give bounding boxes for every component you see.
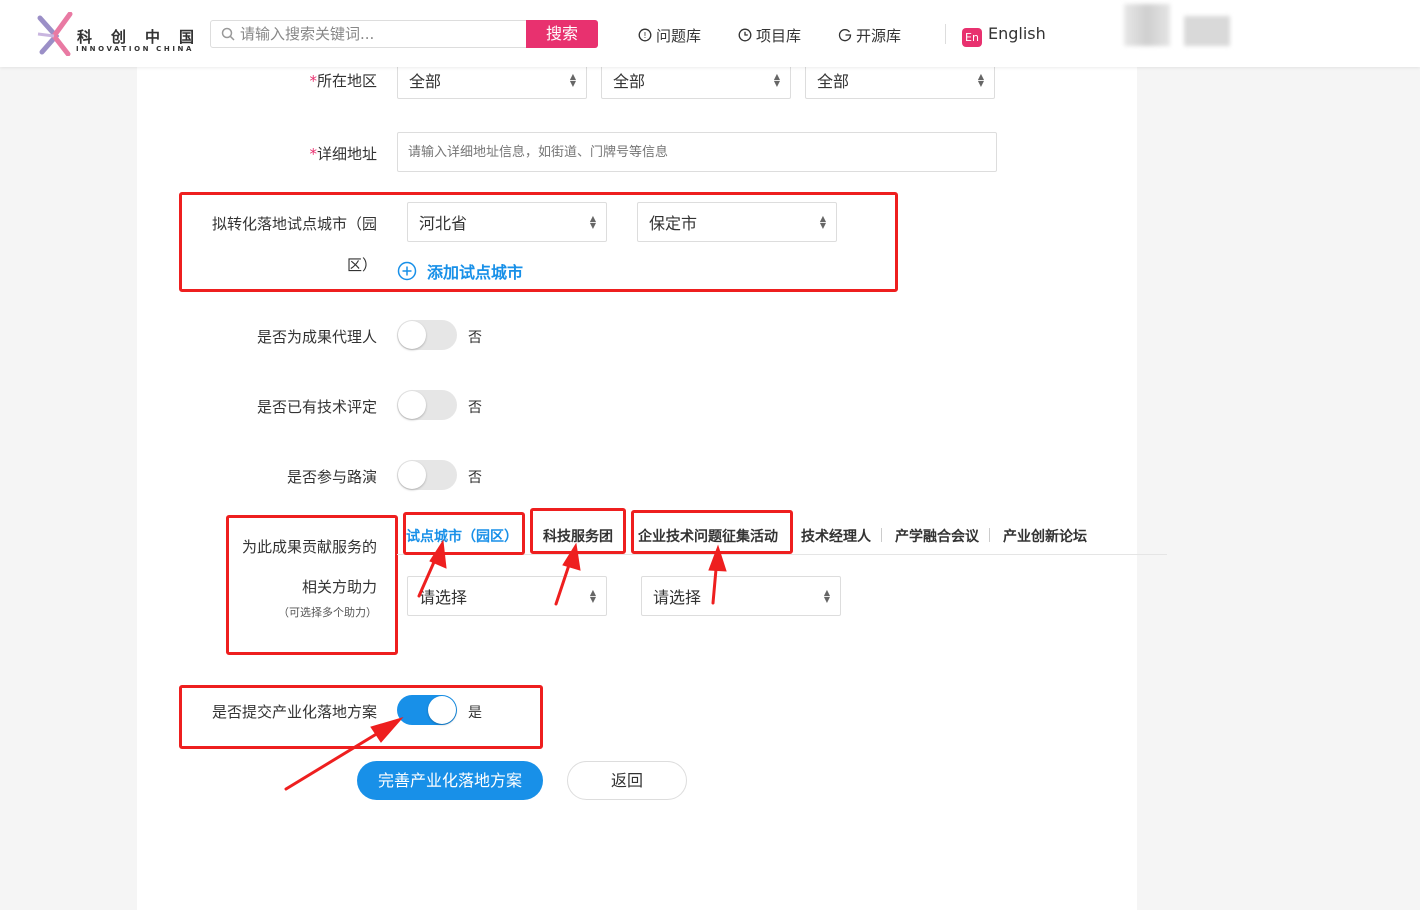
- tab-tech-manager[interactable]: 技术经理人: [801, 526, 871, 546]
- sort-arrows-icon: ▲ ▼: [823, 588, 830, 604]
- is-agent-value: 否: [468, 330, 482, 346]
- toggle-knob: [398, 461, 426, 489]
- question-circle-icon: !: [638, 28, 652, 42]
- complete-plan-button[interactable]: 完善产业化落地方案: [357, 761, 543, 800]
- helper-select-2[interactable]: 请选择 ▲ ▼: [641, 576, 841, 616]
- select-value: 全部: [409, 71, 442, 91]
- required-mark: *: [309, 72, 317, 90]
- annotation-box-tab-problem-collection: [631, 510, 793, 554]
- is-agent-label: 是否为成果代理人: [256, 328, 377, 346]
- roadshow-value: 否: [468, 470, 482, 486]
- language-switch[interactable]: English: [988, 24, 1046, 43]
- nav-item-label: 项目库: [756, 26, 802, 45]
- submit-plan-label: 是否提交产业化落地方案: [211, 703, 377, 721]
- tab-industry-academia-meeting[interactable]: 产学融合会议: [895, 526, 979, 546]
- language-icon[interactable]: En: [962, 28, 982, 47]
- annotation-box-tab-pilot-city: [403, 512, 525, 555]
- nav-item-label: 问题库: [656, 26, 702, 45]
- select-value: 全部: [613, 71, 646, 91]
- select-value: 全部: [817, 71, 850, 91]
- search-button[interactable]: 搜索: [526, 20, 598, 48]
- pilot-city-select[interactable]: 保定市 ▲ ▼: [637, 202, 837, 242]
- logo-icon: [37, 12, 73, 56]
- sort-arrows-icon: ▲ ▼: [589, 588, 596, 604]
- select-value: 请选择: [653, 588, 702, 607]
- add-pilot-city-label: 添加试点城市: [427, 263, 524, 282]
- nav-item-label: 开源库: [856, 26, 902, 45]
- tech-eval-toggle[interactable]: [397, 390, 457, 420]
- submit-plan-value: 是: [468, 705, 482, 721]
- is-agent-toggle[interactable]: [397, 320, 457, 350]
- plus-circle-icon: [397, 261, 417, 281]
- nav-item-open-source-library[interactable]: 开源库: [838, 24, 901, 46]
- logo-subtext: INNOVATION CHINA: [76, 45, 195, 53]
- toggle-knob: [398, 321, 426, 349]
- add-pilot-city-button[interactable]: 添加试点城市: [397, 259, 523, 283]
- helper-select-1[interactable]: 请选择 ▲ ▼: [407, 576, 607, 616]
- sort-arrows-icon: ▲ ▼: [569, 71, 576, 88]
- select-value: 保定市: [649, 214, 698, 233]
- sort-arrows-icon: ▲ ▼: [773, 71, 780, 88]
- avatar[interactable]: [1124, 4, 1170, 46]
- required-mark: *: [309, 145, 317, 163]
- nav-item-project-library[interactable]: 项目库: [738, 24, 801, 46]
- user-name-blurred[interactable]: [1184, 16, 1230, 46]
- helpers-label-note: （可选择多个助力）: [278, 606, 377, 619]
- helpers-label-line2: 相关方助力: [301, 578, 377, 596]
- nav-item-problem-library[interactable]: ! 问题库: [638, 24, 701, 46]
- search-icon: [221, 27, 235, 41]
- tab-divider: [989, 528, 990, 542]
- region-label: *所在地区: [200, 70, 377, 91]
- search-input[interactable]: [240, 21, 524, 47]
- pilot-city-label-line2: 区）: [346, 256, 377, 274]
- logo-text: 科创中国: [77, 28, 214, 46]
- tab-industry-innovation-forum[interactable]: 产业创新论坛: [1003, 526, 1087, 546]
- back-button[interactable]: 返回: [567, 761, 687, 800]
- sort-arrows-icon: ▲ ▼: [819, 214, 826, 230]
- top-header: 科创中国 INNOVATION CHINA 搜索 ! 问题库 项目库 开源库 E…: [0, 0, 1420, 67]
- select-value: 请选择: [419, 588, 468, 607]
- sort-arrows-icon: ▲ ▼: [589, 214, 596, 230]
- address-label-text: 详细地址: [316, 145, 377, 163]
- helpers-label-line1: 为此成果贡献服务的: [241, 538, 377, 556]
- annotation-box-tab-service-team: [530, 508, 626, 554]
- pilot-province-select[interactable]: 河北省 ▲ ▼: [407, 202, 607, 242]
- tab-divider: [881, 528, 882, 542]
- pilot-city-label-line1: 拟转化落地试点城市（园: [211, 215, 377, 233]
- tech-eval-value: 否: [468, 400, 482, 416]
- clock-icon: [738, 28, 752, 42]
- address-label: *详细地址: [200, 143, 377, 164]
- svg-text:!: !: [643, 31, 646, 40]
- refresh-g-icon: [838, 29, 852, 42]
- address-input[interactable]: [397, 132, 997, 172]
- submit-plan-toggle[interactable]: [397, 695, 457, 725]
- roadshow-toggle[interactable]: [397, 460, 457, 490]
- sort-arrows-icon: ▲ ▼: [977, 71, 984, 88]
- tech-eval-label: 是否已有技术评定: [256, 398, 377, 416]
- toggle-knob: [398, 391, 426, 419]
- nav-divider: [945, 24, 946, 44]
- roadshow-label: 是否参与路演: [286, 468, 377, 486]
- toggle-knob: [428, 696, 456, 724]
- select-value: 河北省: [419, 214, 468, 233]
- region-label-text: 所在地区: [316, 72, 377, 90]
